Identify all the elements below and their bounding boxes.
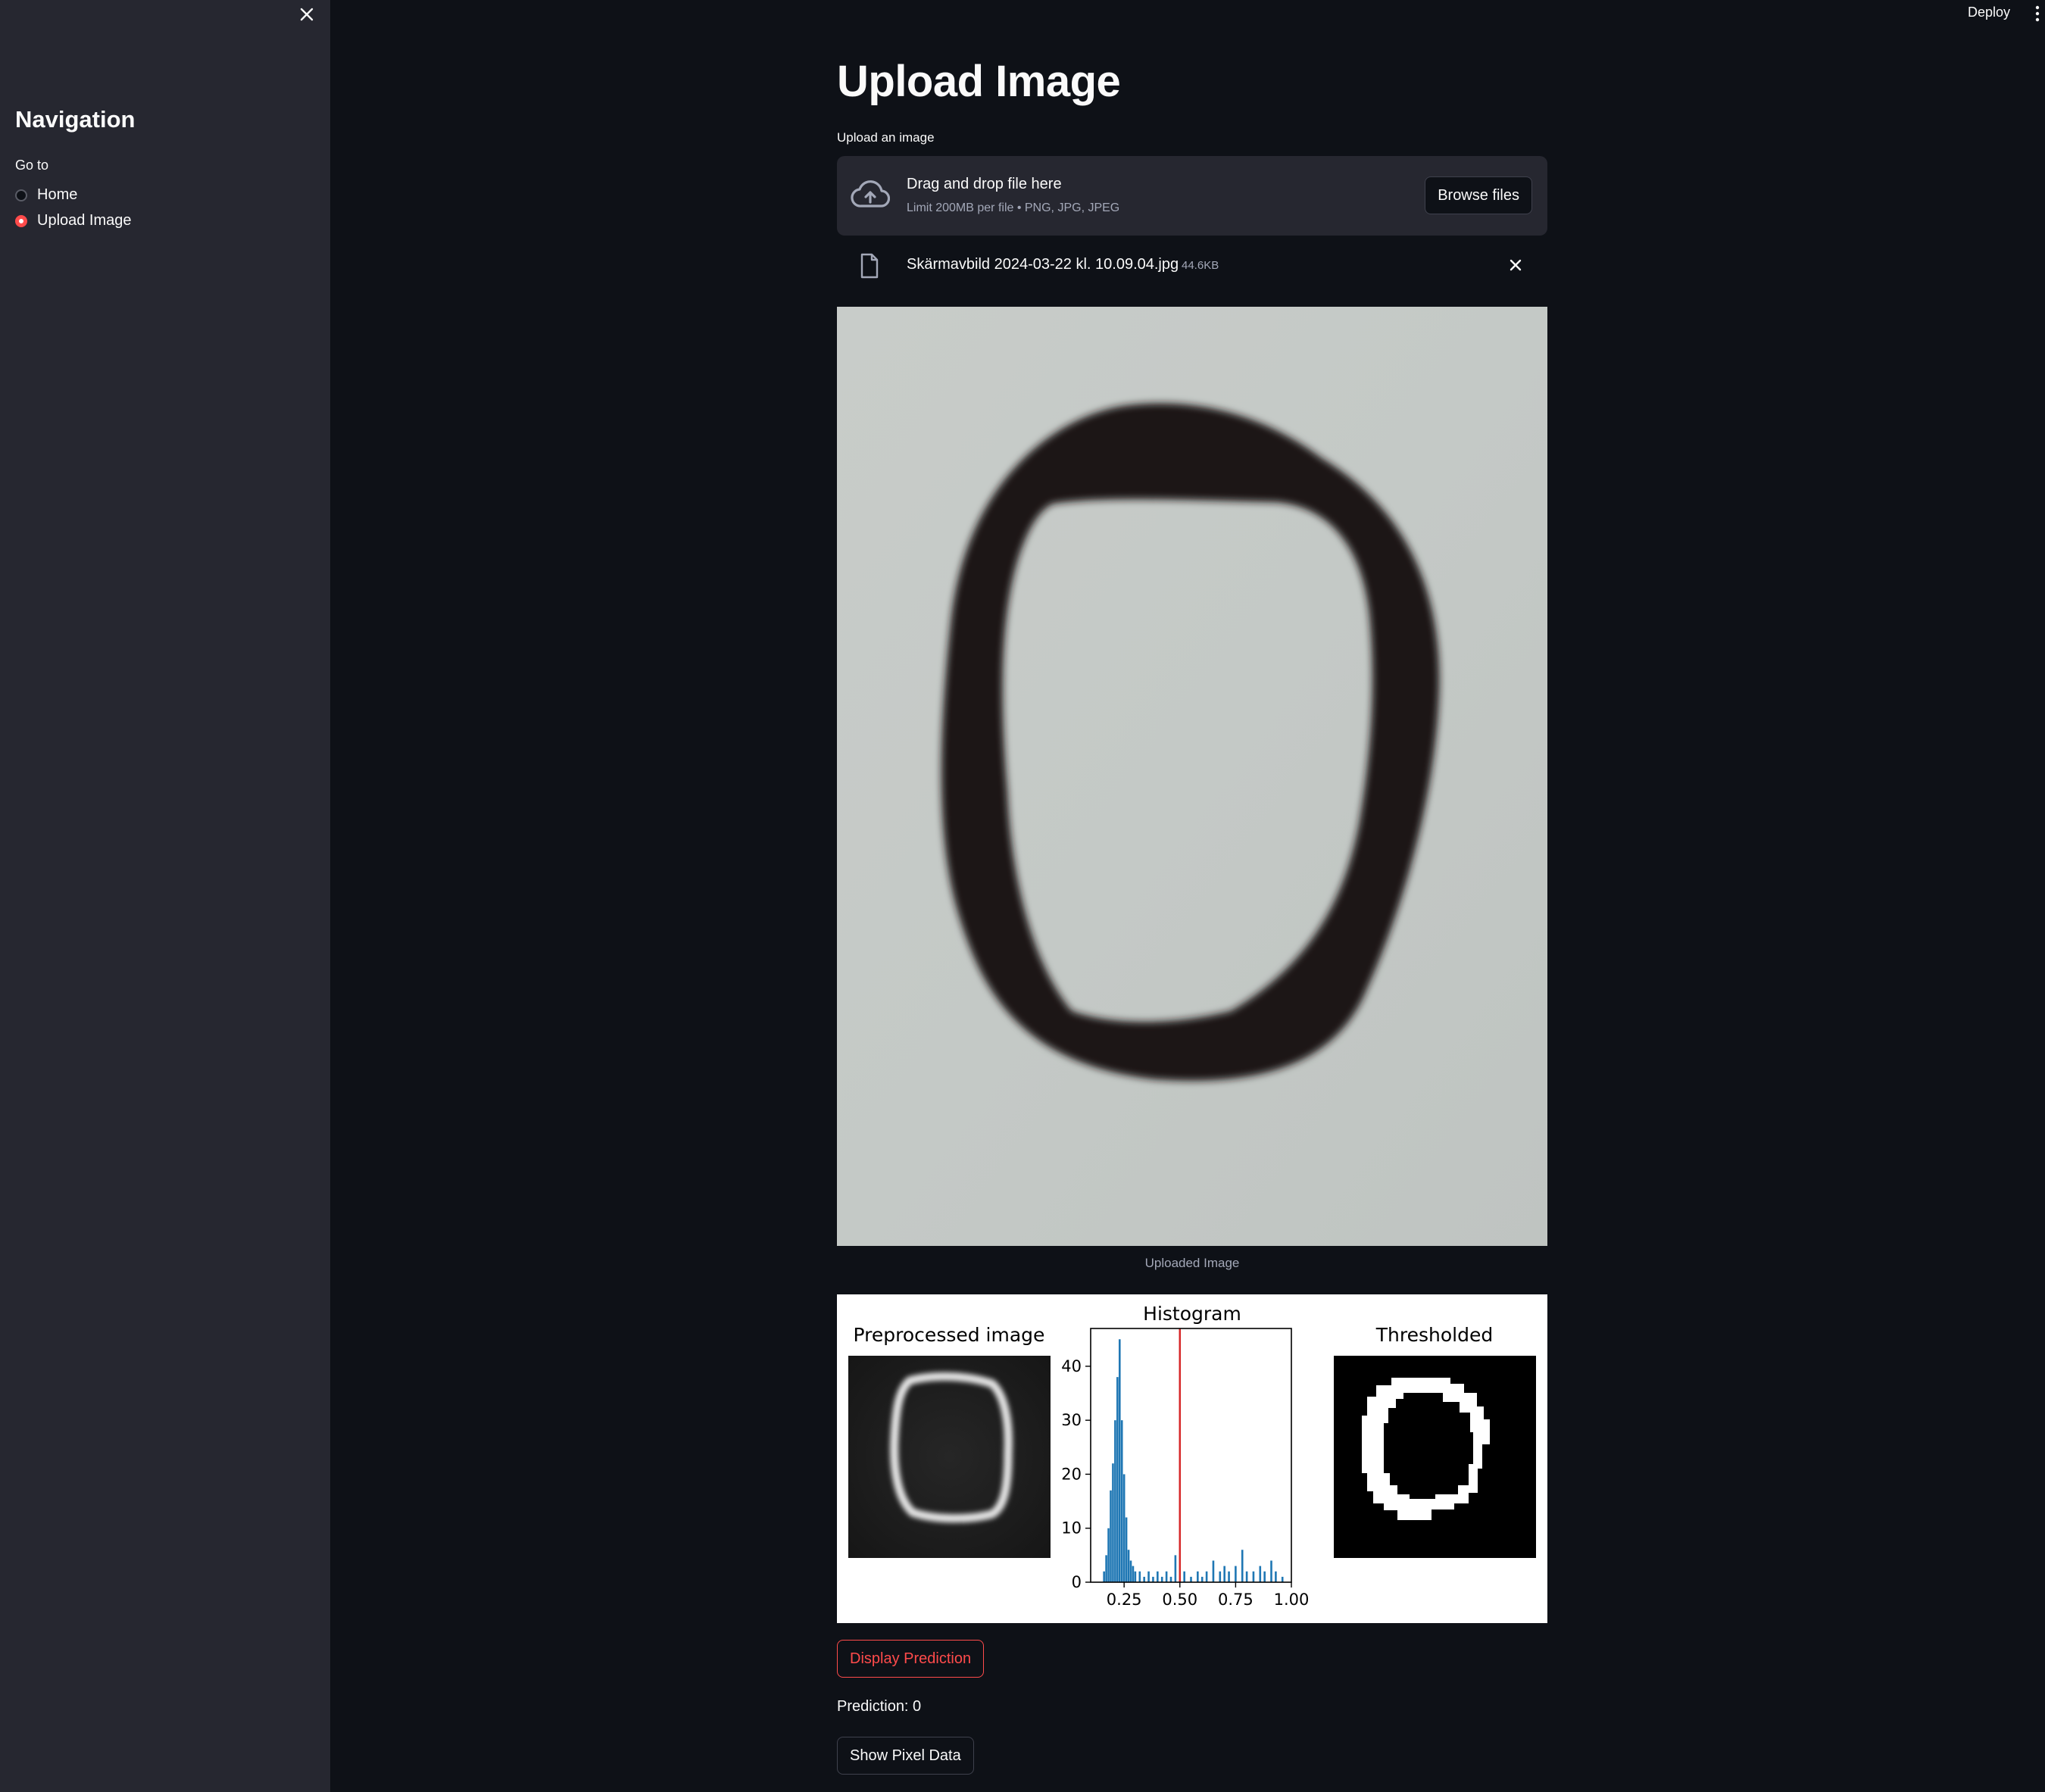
remove-file-icon[interactable] [1508,258,1523,273]
preprocessed-title: Preprocessed image [854,1324,1045,1346]
close-icon[interactable] [297,5,317,24]
thresholded-title: Thresholded [1375,1324,1493,1346]
uploaded-file-row: Skärmavbild 2024-03-22 kl. 10.09.04.jpg … [837,241,1547,289]
histogram-bar [1270,1560,1272,1582]
histogram-bar [1110,1490,1112,1582]
histogram-bar [1143,1576,1145,1582]
preprocessed-image [848,1356,1051,1558]
histogram-chart: 0.25 0.50 0.75 1.00 0 10 20 30 40 [1061,1328,1309,1609]
histogram-bar [1116,1377,1119,1582]
thresholded-image [1334,1356,1536,1558]
y-tick-label: 0 [1072,1573,1082,1591]
radio-option-upload-image[interactable]: Upload Image [15,212,132,229]
radio-label: Home [37,186,78,203]
histogram-bar [1107,1528,1110,1582]
dropzone-instruction: Drag and drop file here [907,176,1062,192]
radio-group-label: Go to [15,158,49,173]
y-tick-label: 30 [1061,1411,1082,1429]
histogram-bar [1125,1517,1128,1582]
more-menu-icon[interactable] [2034,5,2040,23]
histogram-bar [1157,1571,1159,1582]
radio-option-home[interactable]: Home [15,186,77,204]
histogram-frame [1090,1328,1292,1583]
prediction-text: Prediction: 0 [837,1698,922,1715]
histogram-bar [1212,1560,1215,1582]
histogram-bar [1132,1566,1135,1582]
x-tick-label: 1.00 [1274,1591,1310,1609]
y-tick-label: 20 [1061,1465,1082,1483]
histogram-bar [1138,1571,1141,1582]
radio-label: Upload Image [37,212,132,229]
histogram-bar [1190,1576,1192,1582]
histogram-bar [1169,1576,1172,1582]
histogram-bar [1127,1550,1130,1582]
histogram-title: Histogram [1143,1303,1241,1325]
histogram-bar [1223,1566,1225,1582]
file-dropzone[interactable]: Drag and drop file here Limit 200MB per … [837,156,1547,236]
dropzone-limit: Limit 200MB per file • PNG, JPG, JPEG [907,201,1120,214]
histogram-bar [1263,1571,1266,1582]
page-title: Upload Image [837,57,1121,106]
histogram-bar [1241,1550,1244,1582]
uploader-label: Upload an image [837,130,935,145]
cloud-upload-icon [851,180,890,208]
file-name: Skärmavbild 2024-03-22 kl. 10.09.04.jpg [907,256,1179,273]
histogram-bar [1252,1571,1255,1582]
sidebar-title: Navigation [15,106,136,133]
display-prediction-button[interactable]: Display Prediction [837,1640,985,1678]
uploaded-image [837,307,1547,1246]
histogram-bar [1174,1555,1177,1582]
y-tick-label: 10 [1061,1519,1082,1538]
histogram-bar [1122,1474,1126,1582]
histogram-bar [1228,1571,1230,1582]
histogram-bar [1114,1420,1116,1582]
x-tick-label: 0.25 [1107,1591,1142,1609]
histogram-bar [1235,1566,1237,1582]
histogram-bar [1112,1463,1114,1582]
histogram-bar [1120,1420,1123,1582]
histogram-bar [1281,1576,1284,1582]
histogram-bar [1147,1571,1150,1582]
histogram-bar [1197,1571,1199,1582]
histogram-bar [1118,1339,1121,1582]
y-tick-label: 40 [1061,1357,1082,1375]
histogram-bar [1219,1571,1222,1582]
file-icon [860,253,879,279]
histogram-bar [1103,1571,1105,1582]
image-caption: Uploaded Image [1144,1256,1240,1270]
sidebar: Navigation Go to Home Upload Image [0,0,330,1792]
show-pixel-data-button[interactable]: Show Pixel Data [837,1737,974,1775]
histogram-bar [1105,1555,1107,1582]
file-size: 44.6KB [1182,259,1219,272]
browse-files-button[interactable]: Browse files [1425,176,1532,214]
histogram-bar [1129,1560,1132,1582]
histogram-bar [1245,1571,1248,1582]
radio-button-selected[interactable] [15,214,27,227]
histogram-bar [1165,1571,1168,1582]
x-tick-label: 0.50 [1162,1591,1197,1609]
histogram-bar [1205,1571,1208,1582]
histogram-bar [1183,1571,1185,1582]
analysis-figure: Preprocessed image Histogram 0.25 0.50 0.7… [837,1294,1547,1623]
histogram-bar [1134,1571,1137,1582]
histogram-bar [1152,1576,1154,1582]
x-tick-label: 0.75 [1218,1591,1254,1609]
histogram-bar [1200,1576,1204,1582]
deploy-button[interactable]: Deploy [1968,5,2010,20]
histogram-bar [1259,1566,1262,1582]
histogram-bar [1275,1571,1277,1582]
histogram-bar [1160,1576,1163,1582]
radio-button[interactable] [15,189,27,201]
